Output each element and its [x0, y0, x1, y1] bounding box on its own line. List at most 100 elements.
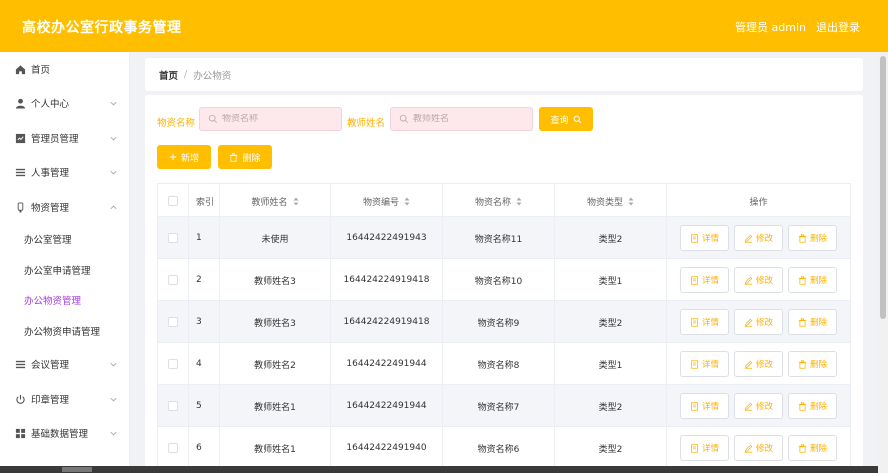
trash-icon	[230, 152, 238, 162]
detail-button[interactable]: 详情	[680, 267, 729, 293]
table-header: 索引 教师姓名 物资编号 物资名称 物资类型 操作	[157, 183, 851, 218]
trash-icon	[798, 317, 807, 327]
sidebar-item-label: 个人中心	[31, 99, 70, 110]
horizontal-scrollbar-thumb[interactable]	[62, 467, 92, 472]
sidebar-item-profile[interactable]: 个人中心	[0, 88, 130, 118]
edit-button[interactable]: 修改	[734, 435, 783, 461]
sidebar-subitem-supplies[interactable]: 办公物资管理	[0, 286, 130, 314]
sidebar-item-label: 会议管理	[31, 360, 70, 371]
row-checkbox[interactable]	[168, 443, 178, 453]
delete-button-label: 删除	[809, 360, 827, 370]
chevron-down-icon	[110, 397, 117, 401]
row-checkbox[interactable]	[168, 359, 178, 369]
plus-icon	[169, 153, 177, 161]
sidebar-subitem-office[interactable]: 办公室管理	[0, 225, 130, 253]
top-header: 高校办公室行政事务管理 管理员 admin 退出登录	[0, 0, 888, 52]
row-checkbox-cell	[158, 259, 189, 301]
add-button[interactable]: 新增	[157, 145, 211, 169]
table-row: 2 教师姓名3 164424224919418 物资名称10 类型1 详情 修改…	[157, 259, 851, 301]
scrollbar-thumb[interactable]	[880, 56, 886, 319]
search-teacher-field[interactable]	[390, 107, 533, 131]
detail-button[interactable]: 详情	[680, 309, 729, 335]
row-index: 1	[189, 217, 220, 259]
breadcrumb-home[interactable]: 首页	[159, 68, 178, 82]
detail-button[interactable]: 详情	[680, 393, 729, 419]
header-type[interactable]: 物资类型	[555, 184, 667, 218]
edit-button-label: 修改	[755, 318, 773, 328]
user-icon	[15, 98, 26, 109]
batch-delete-button[interactable]: 删除	[218, 145, 272, 169]
detail-button[interactable]: 详情	[680, 351, 729, 377]
sidebar-item-label: 人事管理	[31, 168, 70, 179]
horizontal-scrollbar[interactable]	[0, 466, 878, 473]
sidebar-item-supplies[interactable]: 物资管理	[0, 192, 130, 222]
delete-button[interactable]: 删除	[788, 225, 837, 251]
detail-button-label: 详情	[701, 276, 719, 286]
delete-button[interactable]: 删除	[788, 351, 837, 377]
row-type: 类型1	[555, 343, 667, 385]
row-actions: 详情 修改 删除	[667, 385, 850, 427]
delete-button[interactable]: 删除	[788, 435, 837, 461]
detail-button[interactable]: 详情	[680, 435, 729, 461]
delete-button[interactable]: 删除	[788, 267, 837, 293]
select-all-checkbox[interactable]	[168, 196, 178, 206]
search-teacher-input[interactable]	[413, 114, 528, 124]
search-name-label: 物资名称	[157, 118, 196, 129]
row-checkbox[interactable]	[168, 317, 178, 327]
row-code: 16442422491940	[331, 427, 443, 469]
sidebar-item-label: 首页	[31, 65, 51, 76]
row-teacher: 教师姓名3	[220, 259, 331, 301]
document-icon	[691, 233, 698, 243]
admin-icon	[15, 133, 26, 144]
edit-button[interactable]: 修改	[734, 351, 783, 377]
edit-icon	[744, 444, 753, 453]
edit-icon	[744, 318, 753, 327]
query-button[interactable]: 查询	[539, 107, 593, 131]
edit-button[interactable]: 修改	[734, 267, 783, 293]
trash-icon	[798, 359, 807, 369]
logout-link[interactable]: 退出登录	[816, 19, 860, 35]
edit-button[interactable]: 修改	[734, 225, 783, 251]
detail-button-label: 详情	[701, 444, 719, 454]
sidebar-item-meeting[interactable]: 会议管理	[0, 349, 130, 379]
row-index: 6	[189, 427, 220, 469]
header-name[interactable]: 物资名称	[443, 184, 555, 218]
sidebar-subitem-supplies-apply[interactable]: 办公物资申请管理	[0, 317, 130, 345]
supplies-icon	[15, 201, 26, 213]
sort-icon	[404, 197, 410, 205]
vertical-scrollbar[interactable]	[878, 52, 888, 473]
document-icon	[691, 359, 698, 369]
sidebar-item-admin[interactable]: 管理员管理	[0, 123, 130, 153]
delete-button[interactable]: 删除	[788, 309, 837, 335]
document-icon	[691, 401, 698, 411]
table-row: 1 未使用 16442422491943 物资名称11 类型2 详情 修改 删除	[157, 217, 851, 259]
row-checkbox[interactable]	[168, 233, 178, 243]
row-code: 16442422491943	[331, 217, 443, 259]
breadcrumb-current: 办公物资	[193, 70, 232, 82]
row-checkbox[interactable]	[168, 275, 178, 285]
delete-button-label: 删除	[809, 276, 827, 286]
edit-button[interactable]: 修改	[734, 393, 783, 419]
list-icon	[15, 359, 26, 370]
edit-button[interactable]: 修改	[734, 309, 783, 335]
row-teacher: 教师姓名3	[220, 301, 331, 343]
edit-icon	[744, 402, 753, 411]
search-name-input[interactable]	[222, 114, 337, 124]
header-code[interactable]: 物资编号	[331, 184, 443, 218]
edit-icon	[744, 360, 753, 369]
header-teacher[interactable]: 教师姓名	[220, 184, 331, 218]
row-name: 物资名称11	[443, 217, 555, 259]
delete-button[interactable]: 删除	[788, 393, 837, 419]
row-checkbox[interactable]	[168, 401, 178, 411]
search-name-field[interactable]	[199, 107, 342, 131]
sidebar-item-home[interactable]: 首页	[0, 54, 130, 84]
sidebar-subitem-label: 办公物资管理	[24, 296, 82, 307]
chevron-down-icon	[110, 431, 117, 435]
sidebar-item-seal[interactable]: 印章管理	[0, 384, 130, 414]
sort-icon	[293, 197, 298, 205]
sidebar-item-hr[interactable]: 人事管理	[0, 157, 130, 187]
breadcrumb-separator: /	[184, 69, 188, 80]
sidebar-item-basic-data[interactable]: 基础数据管理	[0, 418, 130, 448]
detail-button[interactable]: 详情	[680, 225, 729, 251]
sidebar-subitem-office-apply[interactable]: 办公室申请管理	[0, 256, 130, 284]
